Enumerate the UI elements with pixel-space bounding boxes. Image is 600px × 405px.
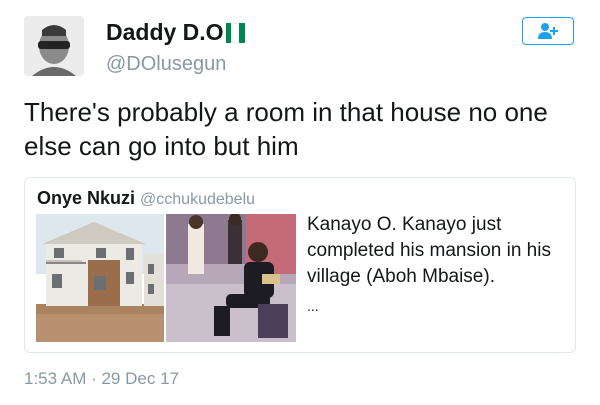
quoted-tweet-text: Kanayo O. Kanayo just completed his mans… — [307, 214, 551, 287]
mansion-image — [36, 214, 164, 342]
display-name[interactable]: Daddy D.O — [106, 19, 246, 46]
tweet-text: There's probably a room in that house no… — [24, 97, 548, 161]
tweet-card: Daddy D.O @DOlusegun There's probably a … — [0, 0, 600, 405]
man-seated-image — [166, 214, 296, 342]
user-handle[interactable]: @DOlusegun — [106, 53, 226, 76]
display-name-text: Daddy D.O — [106, 19, 224, 45]
mansion-photo[interactable] — [36, 214, 164, 342]
quoted-author-handle: @cchukudebelu — [140, 191, 256, 208]
flag-stripe-left — [225, 22, 232, 43]
quoted-author-name: Onye Nkuzi — [37, 188, 136, 208]
avatar[interactable] — [24, 16, 84, 76]
tweet-timestamp[interactable]: 1:53 AM · 29 Dec 17 — [24, 369, 179, 389]
add-user-icon — [538, 23, 558, 39]
flag-stripe-middle — [232, 22, 238, 43]
follow-button[interactable] — [522, 17, 574, 45]
quoted-tweet[interactable]: Onye Nkuzi @cchukudebelu Kanayo O. Kanay… — [24, 177, 576, 353]
flag-stripe-right — [238, 22, 245, 43]
quoted-tweet-header: Onye Nkuzi @cchukudebelu — [37, 188, 255, 209]
avatar-image — [24, 16, 84, 76]
nigeria-flag-icon — [225, 22, 246, 43]
quoted-tweet-ellipsis: ... — [307, 298, 319, 314]
man-seated-photo[interactable] — [166, 214, 296, 342]
